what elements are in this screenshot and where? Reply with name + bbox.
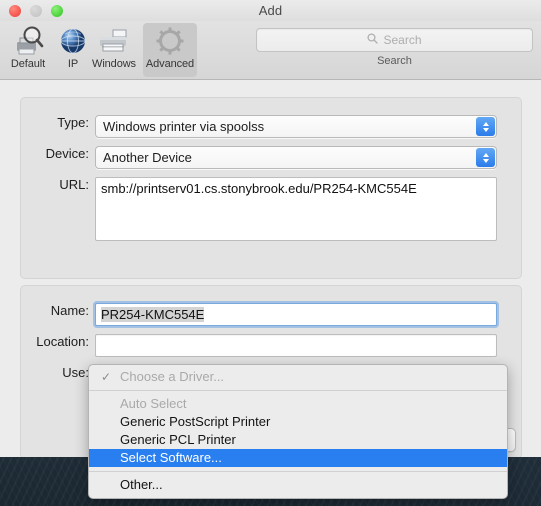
menu-item-label: Select Software...	[120, 450, 222, 465]
window-title: Add	[258, 3, 283, 18]
menu-item-label: Choose a Driver...	[120, 369, 225, 384]
gear-icon	[143, 24, 197, 58]
menu-item[interactable]: Other...	[89, 476, 507, 494]
location-input[interactable]	[95, 334, 497, 357]
menu-item[interactable]: Select Software...	[89, 449, 507, 467]
window-titlebar: Add	[0, 0, 541, 21]
menu-item-label: Generic PCL Printer	[120, 432, 236, 447]
menu-item[interactable]: Generic PostScript Printer	[89, 413, 507, 431]
connection-group: Type: Windows printer via spoolss Device…	[20, 97, 522, 279]
use-label: Use:	[62, 365, 89, 380]
device-label: Device:	[45, 146, 89, 161]
chevron-updown-icon	[476, 148, 495, 167]
menu-item-label: Generic PostScript Printer	[120, 414, 271, 429]
device-value: Another Device	[103, 150, 192, 165]
search-group: Search Search	[256, 28, 533, 67]
menu-item: ✓ Choose a Driver...	[89, 368, 507, 386]
toolbar: Default IP Windows Advanced Search Searc…	[0, 21, 541, 80]
menu-item[interactable]: Generic PCL Printer	[89, 431, 507, 449]
toolbar-item-advanced[interactable]: Advanced	[143, 23, 197, 77]
search-section-label: Search	[377, 55, 412, 67]
menu-item-label: Auto Select	[120, 396, 187, 411]
device-select[interactable]: Another Device	[95, 146, 497, 169]
type-label: Type:	[57, 115, 89, 130]
search-placeholder: Search	[383, 33, 422, 47]
name-value: PR254-KMC554E	[101, 307, 205, 322]
name-input[interactable]: PR254-KMC554E	[95, 303, 497, 326]
url-value: smb://printserv01.cs.stonybrook.edu/PR25…	[101, 181, 417, 196]
type-select[interactable]: Windows printer via spoolss	[95, 115, 497, 138]
url-label: URL:	[59, 177, 89, 192]
search-icon	[367, 31, 379, 49]
search-input[interactable]: Search	[256, 28, 533, 52]
chevron-updown-icon	[476, 117, 495, 136]
menu-separator	[89, 390, 507, 391]
driver-popup-menu: ✓ Choose a Driver... Auto Select Generic Po…	[88, 364, 508, 499]
checkmark-icon: ✓	[101, 370, 112, 384]
menu-item: Auto Select	[89, 395, 507, 413]
menu-item-label: Other...	[120, 477, 163, 492]
url-input[interactable]: smb://printserv01.cs.stonybrook.edu/PR25…	[95, 177, 497, 241]
location-label: Location:	[36, 334, 89, 349]
type-value: Windows printer via spoolss	[103, 119, 265, 134]
printer-icon	[87, 24, 141, 58]
toolbar-item-label: Windows	[92, 58, 136, 70]
name-label: Name:	[50, 303, 89, 318]
toolbar-item-label: Advanced	[145, 58, 195, 70]
toolbar-item-windows[interactable]: Windows	[87, 23, 141, 77]
menu-separator	[89, 471, 507, 472]
